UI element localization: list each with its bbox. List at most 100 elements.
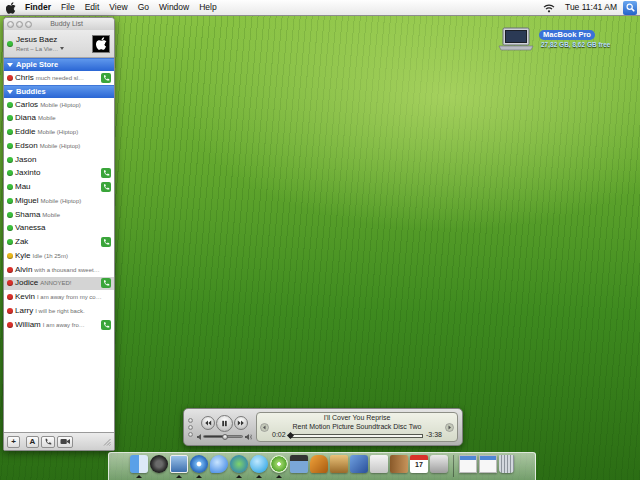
play-pause-button[interactable] bbox=[216, 415, 233, 432]
zoom-button[interactable] bbox=[25, 21, 32, 28]
dock-item[interactable] bbox=[310, 455, 328, 478]
trash-icon[interactable] bbox=[499, 455, 514, 473]
window-icon[interactable] bbox=[479, 455, 497, 473]
desktop-drive[interactable]: MacBook Pro27,82 GB, 8,62 GB free bbox=[498, 27, 610, 51]
buddy-row[interactable]: Mau bbox=[4, 180, 114, 194]
clock[interactable]: Tue 11:41 AM bbox=[559, 0, 623, 15]
buddy-row[interactable]: Jaxinto bbox=[4, 167, 114, 181]
dock-item[interactable] bbox=[459, 455, 477, 478]
phone-icon[interactable] bbox=[101, 237, 111, 247]
dock-item[interactable] bbox=[250, 455, 268, 478]
video-chat-button[interactable] bbox=[57, 436, 73, 448]
buddy-row[interactable]: Alvinwith a thousand sweet… bbox=[4, 263, 114, 277]
itunes-icon[interactable] bbox=[270, 455, 288, 473]
buddy-row[interactable]: KevinI am away from my co… bbox=[4, 290, 114, 304]
phone-icon[interactable] bbox=[101, 73, 111, 83]
ichat-icon[interactable] bbox=[210, 455, 228, 473]
next-button[interactable] bbox=[234, 416, 248, 430]
snapback-icon[interactable] bbox=[260, 423, 269, 432]
dock-item[interactable] bbox=[370, 455, 388, 478]
buddy-row[interactable]: DianaMobile bbox=[4, 112, 114, 126]
dock-item[interactable] bbox=[390, 455, 408, 478]
buddy-row[interactable]: WilliamI am away fro… bbox=[4, 318, 114, 332]
books-icon[interactable] bbox=[390, 455, 408, 473]
app-menu[interactable]: Finder bbox=[20, 0, 56, 15]
phone-icon[interactable] bbox=[101, 168, 111, 178]
disclosure-triangle-icon[interactable] bbox=[7, 90, 13, 94]
group-header[interactable]: Buddies bbox=[4, 85, 114, 98]
spotlight-button[interactable] bbox=[623, 1, 637, 15]
close-button[interactable] bbox=[188, 418, 193, 423]
imovie-icon[interactable] bbox=[290, 455, 308, 473]
skype-icon[interactable] bbox=[250, 455, 268, 473]
volume-slider[interactable] bbox=[203, 435, 243, 438]
resize-grip-icon[interactable] bbox=[103, 438, 111, 446]
phone-icon[interactable] bbox=[101, 182, 111, 192]
dock-item[interactable] bbox=[330, 455, 348, 478]
dock-item[interactable] bbox=[499, 455, 514, 478]
status-menu[interactable]: Rent – La Vie… bbox=[16, 45, 89, 53]
apple-menu-icon[interactable] bbox=[6, 2, 16, 14]
dock-item[interactable] bbox=[270, 455, 288, 478]
dock-item[interactable] bbox=[130, 455, 148, 478]
photos-icon[interactable] bbox=[330, 455, 348, 473]
disclosure-triangle-icon[interactable] bbox=[7, 63, 13, 67]
font-button[interactable]: A bbox=[26, 436, 39, 448]
dock-item[interactable] bbox=[210, 455, 228, 478]
add-buddy-button[interactable]: + bbox=[7, 436, 20, 448]
buddy-row[interactable]: ShamaMobile bbox=[4, 208, 114, 222]
buddy-row[interactable]: Jason bbox=[4, 153, 114, 167]
buddy-row[interactable]: LarryI will be right back. bbox=[4, 304, 114, 318]
buddy-row[interactable]: JodiceANNOYED! bbox=[4, 277, 114, 291]
drive-name[interactable]: MacBook Pro bbox=[539, 30, 595, 40]
dock-item[interactable] bbox=[150, 455, 168, 478]
zoom-button[interactable] bbox=[188, 432, 193, 437]
playhead[interactable] bbox=[287, 432, 294, 439]
previous-button[interactable] bbox=[201, 416, 215, 430]
dock-item[interactable] bbox=[170, 455, 188, 478]
window-icon[interactable] bbox=[459, 455, 477, 473]
group-header[interactable]: Apple Store bbox=[4, 58, 114, 71]
dock-item[interactable] bbox=[190, 455, 208, 478]
buddy-row[interactable]: CarlosMobile (Hiptop) bbox=[4, 98, 114, 112]
menu-item[interactable]: Go bbox=[133, 0, 154, 15]
dock-item[interactable] bbox=[350, 455, 368, 478]
dock-item[interactable] bbox=[430, 455, 448, 478]
menu-item[interactable]: Help bbox=[194, 0, 221, 15]
dock-item[interactable] bbox=[230, 455, 248, 478]
wifi-icon[interactable] bbox=[543, 3, 555, 13]
phone-icon[interactable] bbox=[101, 278, 111, 288]
buddy-picture[interactable] bbox=[92, 35, 110, 53]
safari-icon[interactable] bbox=[190, 455, 208, 473]
dock-item[interactable] bbox=[479, 455, 497, 478]
laptop-drive-icon[interactable] bbox=[498, 27, 534, 51]
dock-item[interactable]: 17 bbox=[410, 455, 428, 478]
display-mode-icon[interactable] bbox=[445, 423, 454, 432]
buddy-row[interactable]: Zak bbox=[4, 235, 114, 249]
script-icon[interactable] bbox=[370, 455, 388, 473]
close-button[interactable] bbox=[7, 21, 14, 28]
menu-item[interactable]: Window bbox=[154, 0, 194, 15]
network-icon[interactable] bbox=[230, 455, 248, 473]
dock-item[interactable] bbox=[290, 455, 308, 478]
phone-icon[interactable] bbox=[101, 320, 111, 330]
system-icon[interactable] bbox=[430, 455, 448, 473]
ical-icon[interactable]: 17 bbox=[410, 455, 428, 473]
minimize-button[interactable] bbox=[188, 425, 193, 430]
dashboard-icon[interactable] bbox=[150, 455, 168, 473]
buddy-row[interactable]: EddieMobile (Hiptop) bbox=[4, 125, 114, 139]
garageband-icon[interactable] bbox=[310, 455, 328, 473]
menu-item[interactable]: File bbox=[56, 0, 80, 15]
progress-bar[interactable] bbox=[289, 434, 423, 438]
audio-chat-button[interactable] bbox=[41, 436, 55, 448]
preview-icon[interactable] bbox=[170, 455, 188, 473]
menu-item[interactable]: Edit bbox=[80, 0, 105, 15]
buddy-row[interactable]: Vanessa bbox=[4, 222, 114, 236]
buddy-row[interactable]: KyleIdle (1h 25m) bbox=[4, 249, 114, 263]
finder-icon[interactable] bbox=[130, 455, 148, 473]
buddy-row[interactable]: Chrismuch needed sl… bbox=[4, 71, 114, 85]
minimize-button[interactable] bbox=[16, 21, 23, 28]
pen-icon[interactable] bbox=[350, 455, 368, 473]
menu-item[interactable]: View bbox=[104, 0, 132, 15]
buddy-row[interactable]: EdsonMobile (Hiptop) bbox=[4, 139, 114, 153]
